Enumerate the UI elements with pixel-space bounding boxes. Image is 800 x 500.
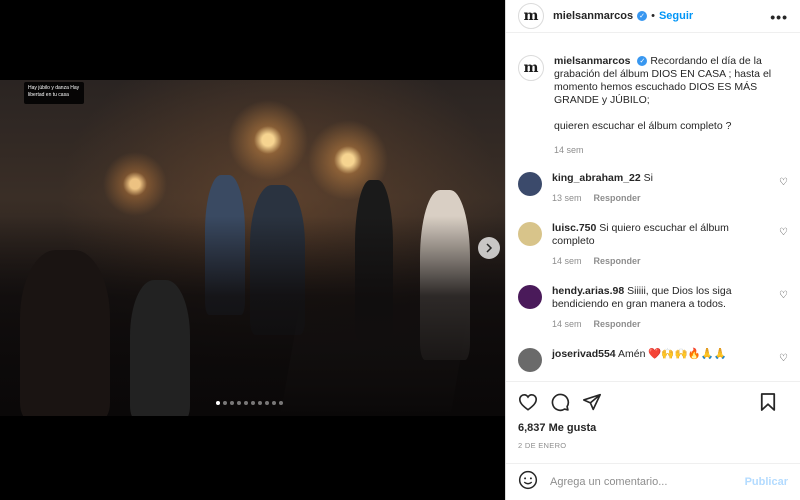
- verified-badge-icon: ✓: [637, 11, 648, 21]
- reply-button[interactable]: Responder: [594, 319, 641, 329]
- crowd-figure: [130, 280, 190, 416]
- commenter-avatar[interactable]: [518, 285, 542, 309]
- media-area: Hay júbilo y danza Hay libertad en tu ca…: [0, 0, 505, 500]
- caption: m mielsanmarcos ✓ Recordando el día de l…: [518, 55, 788, 157]
- comment-time[interactable]: 13 sem: [552, 193, 582, 203]
- caption-time[interactable]: 14 sem: [554, 145, 584, 155]
- avatar[interactable]: m: [518, 3, 544, 29]
- carousel-dot[interactable]: [223, 401, 227, 405]
- comment-username[interactable]: luisc.750: [552, 222, 596, 234]
- like-comment-heart-icon[interactable]: ♡: [779, 177, 788, 188]
- avatar-logo: m: [523, 60, 539, 76]
- carousel-dot[interactable]: [265, 401, 269, 405]
- crowd-figure: [20, 250, 110, 416]
- screen-sign: Hay júbilo y danza Hay libertad en tu ca…: [24, 82, 84, 104]
- comment-time[interactable]: 14 sem: [552, 256, 582, 266]
- comment-row: luisc.750 Si quiero escuchar el álbum co…: [518, 222, 788, 268]
- emoji-icon[interactable]: [518, 470, 538, 495]
- separator-dot: •: [651, 10, 655, 22]
- comment-username[interactable]: king_abraham_22: [552, 172, 641, 184]
- comment-row: king_abraham_22 Si 13 sem Responder ♡: [518, 172, 788, 205]
- comment-text: Amén ❤️🙌🙌🔥🙏🙏: [617, 348, 727, 360]
- comment-text: Si: [643, 172, 653, 184]
- verified-badge-icon: ✓: [637, 56, 648, 67]
- comment-bubble-icon[interactable]: [550, 392, 570, 412]
- carousel-dot[interactable]: [237, 401, 241, 405]
- commenter-avatar[interactable]: [518, 222, 542, 246]
- comment-time[interactable]: 14 sem: [552, 319, 582, 329]
- avatar[interactable]: m: [518, 55, 544, 81]
- caption-username[interactable]: mielsanmarcos: [554, 55, 630, 67]
- caption-text-2: quieren escuchar el álbum completo ?: [554, 120, 732, 132]
- carousel-dot[interactable]: [258, 401, 262, 405]
- like-comment-heart-icon[interactable]: ♡: [779, 290, 788, 301]
- carousel-dot[interactable]: [216, 401, 220, 405]
- carousel-dot[interactable]: [251, 401, 255, 405]
- save-bookmark-icon[interactable]: [760, 392, 776, 412]
- carousel-dot[interactable]: [230, 401, 234, 405]
- chevron-right-icon: [486, 243, 493, 253]
- like-heart-icon[interactable]: [518, 393, 538, 411]
- publish-button[interactable]: Publicar: [745, 476, 788, 488]
- avatar-logo: m: [523, 8, 539, 24]
- comment-row: hendy.arias.98 Siiiii, que Dios los siga…: [518, 285, 788, 331]
- post-date[interactable]: 2 DE ENERO: [518, 441, 788, 450]
- like-comment-heart-icon[interactable]: ♡: [779, 353, 788, 364]
- reply-button[interactable]: Responder: [594, 193, 641, 203]
- carousel-dot[interactable]: [272, 401, 276, 405]
- commenter-avatar[interactable]: [518, 348, 542, 372]
- share-paper-plane-icon[interactable]: [582, 393, 602, 411]
- more-options-icon[interactable]: •••: [770, 9, 788, 25]
- comment-username[interactable]: joserivad554: [552, 348, 616, 360]
- add-comment-bar: Agrega un comentario... Publicar: [506, 463, 800, 500]
- commenter-avatar[interactable]: [518, 172, 542, 196]
- likes-count[interactable]: 6,837 Me gusta: [518, 422, 788, 434]
- post-photo[interactable]: [0, 80, 505, 416]
- post-header: m mielsanmarcos ✓ • Seguir •••: [506, 0, 800, 33]
- like-comment-heart-icon[interactable]: ♡: [779, 227, 788, 238]
- carousel-dot[interactable]: [279, 401, 283, 405]
- post-actions: 6,837 Me gusta 2 DE ENERO: [506, 381, 800, 450]
- comment-input[interactable]: Agrega un comentario...: [550, 476, 745, 488]
- carousel-dot[interactable]: [244, 401, 248, 405]
- comment-row: joserivad554 Amén ❤️🙌🙌🔥🙏🙏 ♡: [518, 348, 788, 372]
- reply-button[interactable]: Responder: [594, 256, 641, 266]
- comment-username[interactable]: hendy.arias.98: [552, 285, 624, 297]
- comments-section[interactable]: m mielsanmarcos ✓ Recordando el día de l…: [506, 46, 800, 380]
- carousel-next-button[interactable]: [478, 237, 500, 259]
- carousel-dots: [216, 401, 283, 405]
- follow-button[interactable]: Seguir: [659, 10, 693, 22]
- post-panel: m mielsanmarcos ✓ • Seguir ••• m mielsan…: [505, 0, 800, 500]
- post-username[interactable]: mielsanmarcos: [553, 10, 633, 22]
